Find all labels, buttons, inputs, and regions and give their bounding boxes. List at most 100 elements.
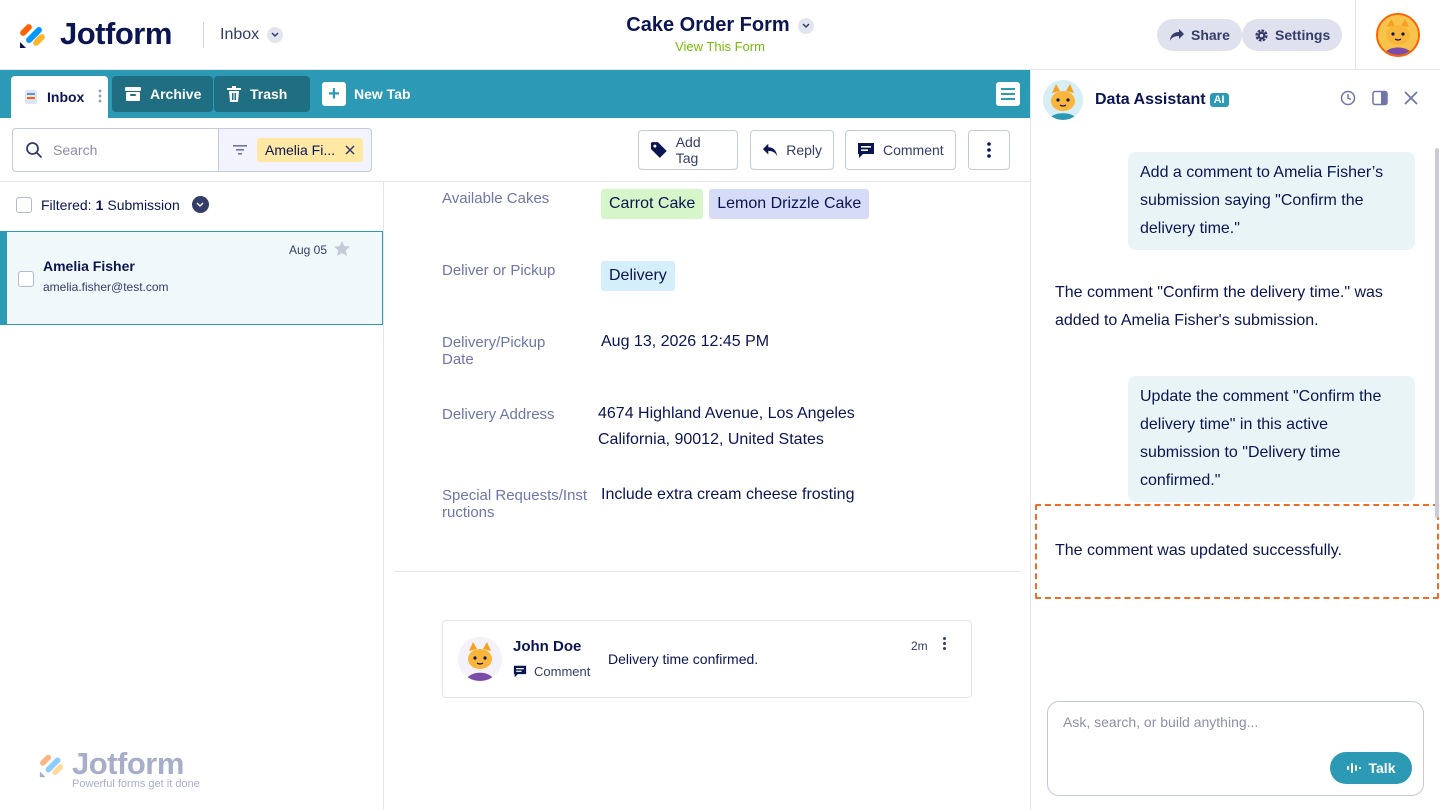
reply-label: Reply — [786, 142, 822, 158]
submission-date: Aug 05 — [289, 243, 328, 257]
chevron-down-icon[interactable] — [191, 196, 209, 213]
new-tab-label: New Tab — [354, 86, 411, 102]
filter-chip[interactable]: Amelia Fi... — [257, 138, 364, 162]
comment-label: Comment — [883, 142, 944, 158]
top-header: Jotform Inbox Cake Order Form View This … — [0, 0, 1440, 70]
comment-card: John Doe Comment Delivery time confirmed… — [442, 620, 972, 698]
filter-area[interactable]: Amelia Fi... — [218, 128, 372, 172]
assistant-header-actions — [1340, 90, 1418, 106]
trash-icon — [227, 85, 241, 102]
inbox-icon — [25, 90, 37, 104]
field-label: Delivery/Pickup Date — [442, 334, 546, 368]
reply-icon — [762, 143, 778, 157]
search-input[interactable] — [53, 142, 193, 158]
assistant-header: Data Assistant AI — [1043, 80, 1229, 120]
comment-time: 2m — [911, 639, 928, 653]
more-options-button[interactable] — [968, 130, 1010, 170]
add-tag-label: Add Tag — [675, 134, 701, 166]
user-message: Add a comment to Amelia Fisher’s submiss… — [1128, 152, 1415, 250]
filtered-prefix: Filtered: — [41, 196, 92, 213]
add-tag-button[interactable]: Add Tag — [638, 130, 738, 170]
field-value-date: Aug 13, 2026 12:45 PM — [601, 333, 770, 350]
cat-avatar-icon — [458, 637, 502, 681]
new-tab-button[interactable]: + New Tab — [310, 76, 423, 112]
field-label: Delivery Address — [442, 406, 555, 423]
select-all-checkbox[interactable] — [16, 196, 32, 213]
tag-icon — [650, 142, 667, 158]
assistant-input[interactable] — [1063, 714, 1403, 738]
voice-wave-icon — [1346, 763, 1361, 773]
filtered-summary: Filtered: 1 Submission — [16, 196, 209, 213]
sidebar-toggle-icon[interactable] — [1372, 90, 1388, 106]
more-vertical-icon[interactable] — [943, 637, 946, 650]
close-icon[interactable] — [1404, 91, 1418, 105]
tag-carrot-cake: Carrot Cake — [601, 189, 704, 219]
gear-icon — [1255, 28, 1268, 42]
tab-trash-label: Trash — [250, 86, 288, 102]
view-form-link[interactable]: View This Form — [560, 39, 880, 54]
field-value-address: 4674 Highland Avenue, Los Angeles Califo… — [598, 401, 855, 453]
tab-archive-label: Archive — [150, 86, 202, 102]
comment-type-label: Comment — [534, 664, 591, 679]
settings-button[interactable]: Settings — [1242, 19, 1343, 51]
submission-checkbox[interactable] — [18, 271, 34, 287]
user-avatar[interactable] — [1376, 13, 1420, 57]
field-label: Special Requests/Instructions — [442, 487, 588, 521]
brand-name: Jotform — [60, 16, 172, 51]
inbox-dropdown[interactable]: Inbox — [220, 26, 284, 44]
watermark-tagline: Powerful forms get it done — [72, 778, 200, 790]
submission-detail: Available Cakes Carrot Cake Lemon Drizzle… — [384, 182, 1030, 810]
jotform-logo[interactable]: Jotform — [18, 16, 172, 52]
selected-indicator — [1, 232, 7, 324]
assistant-title-text: Data Assistant — [1095, 91, 1206, 108]
filter-chip-label: Amelia Fi... — [265, 142, 336, 158]
tab-inbox-label: Inbox — [47, 89, 85, 105]
jotform-logo-icon — [39, 754, 64, 778]
cat-avatar-icon — [1043, 80, 1083, 120]
tab-archive[interactable]: Archive — [112, 76, 214, 112]
submission-name: Amelia Fisher — [43, 258, 135, 274]
tab-inbox[interactable]: Inbox — [11, 76, 109, 118]
ai-badge: AI — [1209, 93, 1229, 107]
assistant-title: Data Assistant AI — [1095, 91, 1229, 109]
form-title: Cake Order Form — [626, 14, 790, 36]
jotform-logo-icon — [20, 24, 45, 48]
field-value-cakes: Carrot Cake Lemon Drizzle Cake — [601, 189, 875, 219]
reply-button[interactable]: Reply — [750, 130, 834, 170]
tab-trash[interactable]: Trash — [214, 76, 310, 112]
address-line-1: 4674 Highland Avenue, Los Angeles — [598, 405, 855, 422]
share-button[interactable]: Share — [1157, 19, 1242, 51]
avatar — [458, 637, 502, 681]
plus-icon: + — [322, 82, 346, 106]
settings-label: Settings — [1275, 27, 1331, 43]
close-icon[interactable] — [345, 145, 355, 155]
share-label: Share — [1191, 27, 1230, 43]
filtered-suffix: Submission — [107, 196, 180, 213]
comment-text: Delivery time confirmed. — [608, 651, 759, 667]
submission-list: Filtered: 1 Submission Amelia Fisher ame… — [0, 182, 384, 810]
more-vertical-icon — [987, 142, 991, 158]
assistant-avatar — [1043, 80, 1083, 120]
comment-author: John Doe — [513, 638, 582, 655]
history-icon[interactable] — [1340, 90, 1356, 106]
star-icon[interactable] — [333, 240, 351, 257]
comment-button[interactable]: Comment — [845, 130, 956, 170]
scrollbar[interactable] — [1435, 148, 1439, 518]
header-divider — [203, 22, 204, 48]
list-item[interactable]: Amelia Fisher amelia.fisher@test.com Aug… — [0, 231, 383, 325]
talk-button[interactable]: Talk — [1330, 752, 1412, 784]
jotform-watermark: Jotform Powerful forms get it done — [38, 746, 200, 790]
chevron-down-icon — [267, 27, 284, 43]
assistant-composer: Talk — [1047, 701, 1424, 796]
inbox-dropdown-label: Inbox — [220, 26, 260, 43]
more-vertical-icon[interactable] — [98, 88, 102, 107]
watermark-brand: Jotform — [72, 746, 184, 781]
search-icon — [26, 142, 42, 158]
menu-icon[interactable] — [996, 82, 1020, 106]
comment-icon — [513, 665, 527, 678]
form-title-dropdown[interactable]: Cake Order Form — [626, 14, 814, 37]
field-label: Available Cakes — [442, 190, 550, 207]
data-assistant-panel: Data Assistant AI Add a comment to Ameli… — [1030, 70, 1440, 810]
submission-email: amelia.fisher@test.com — [43, 280, 169, 294]
assistant-message: The comment was updated successfully. — [1055, 542, 1342, 559]
